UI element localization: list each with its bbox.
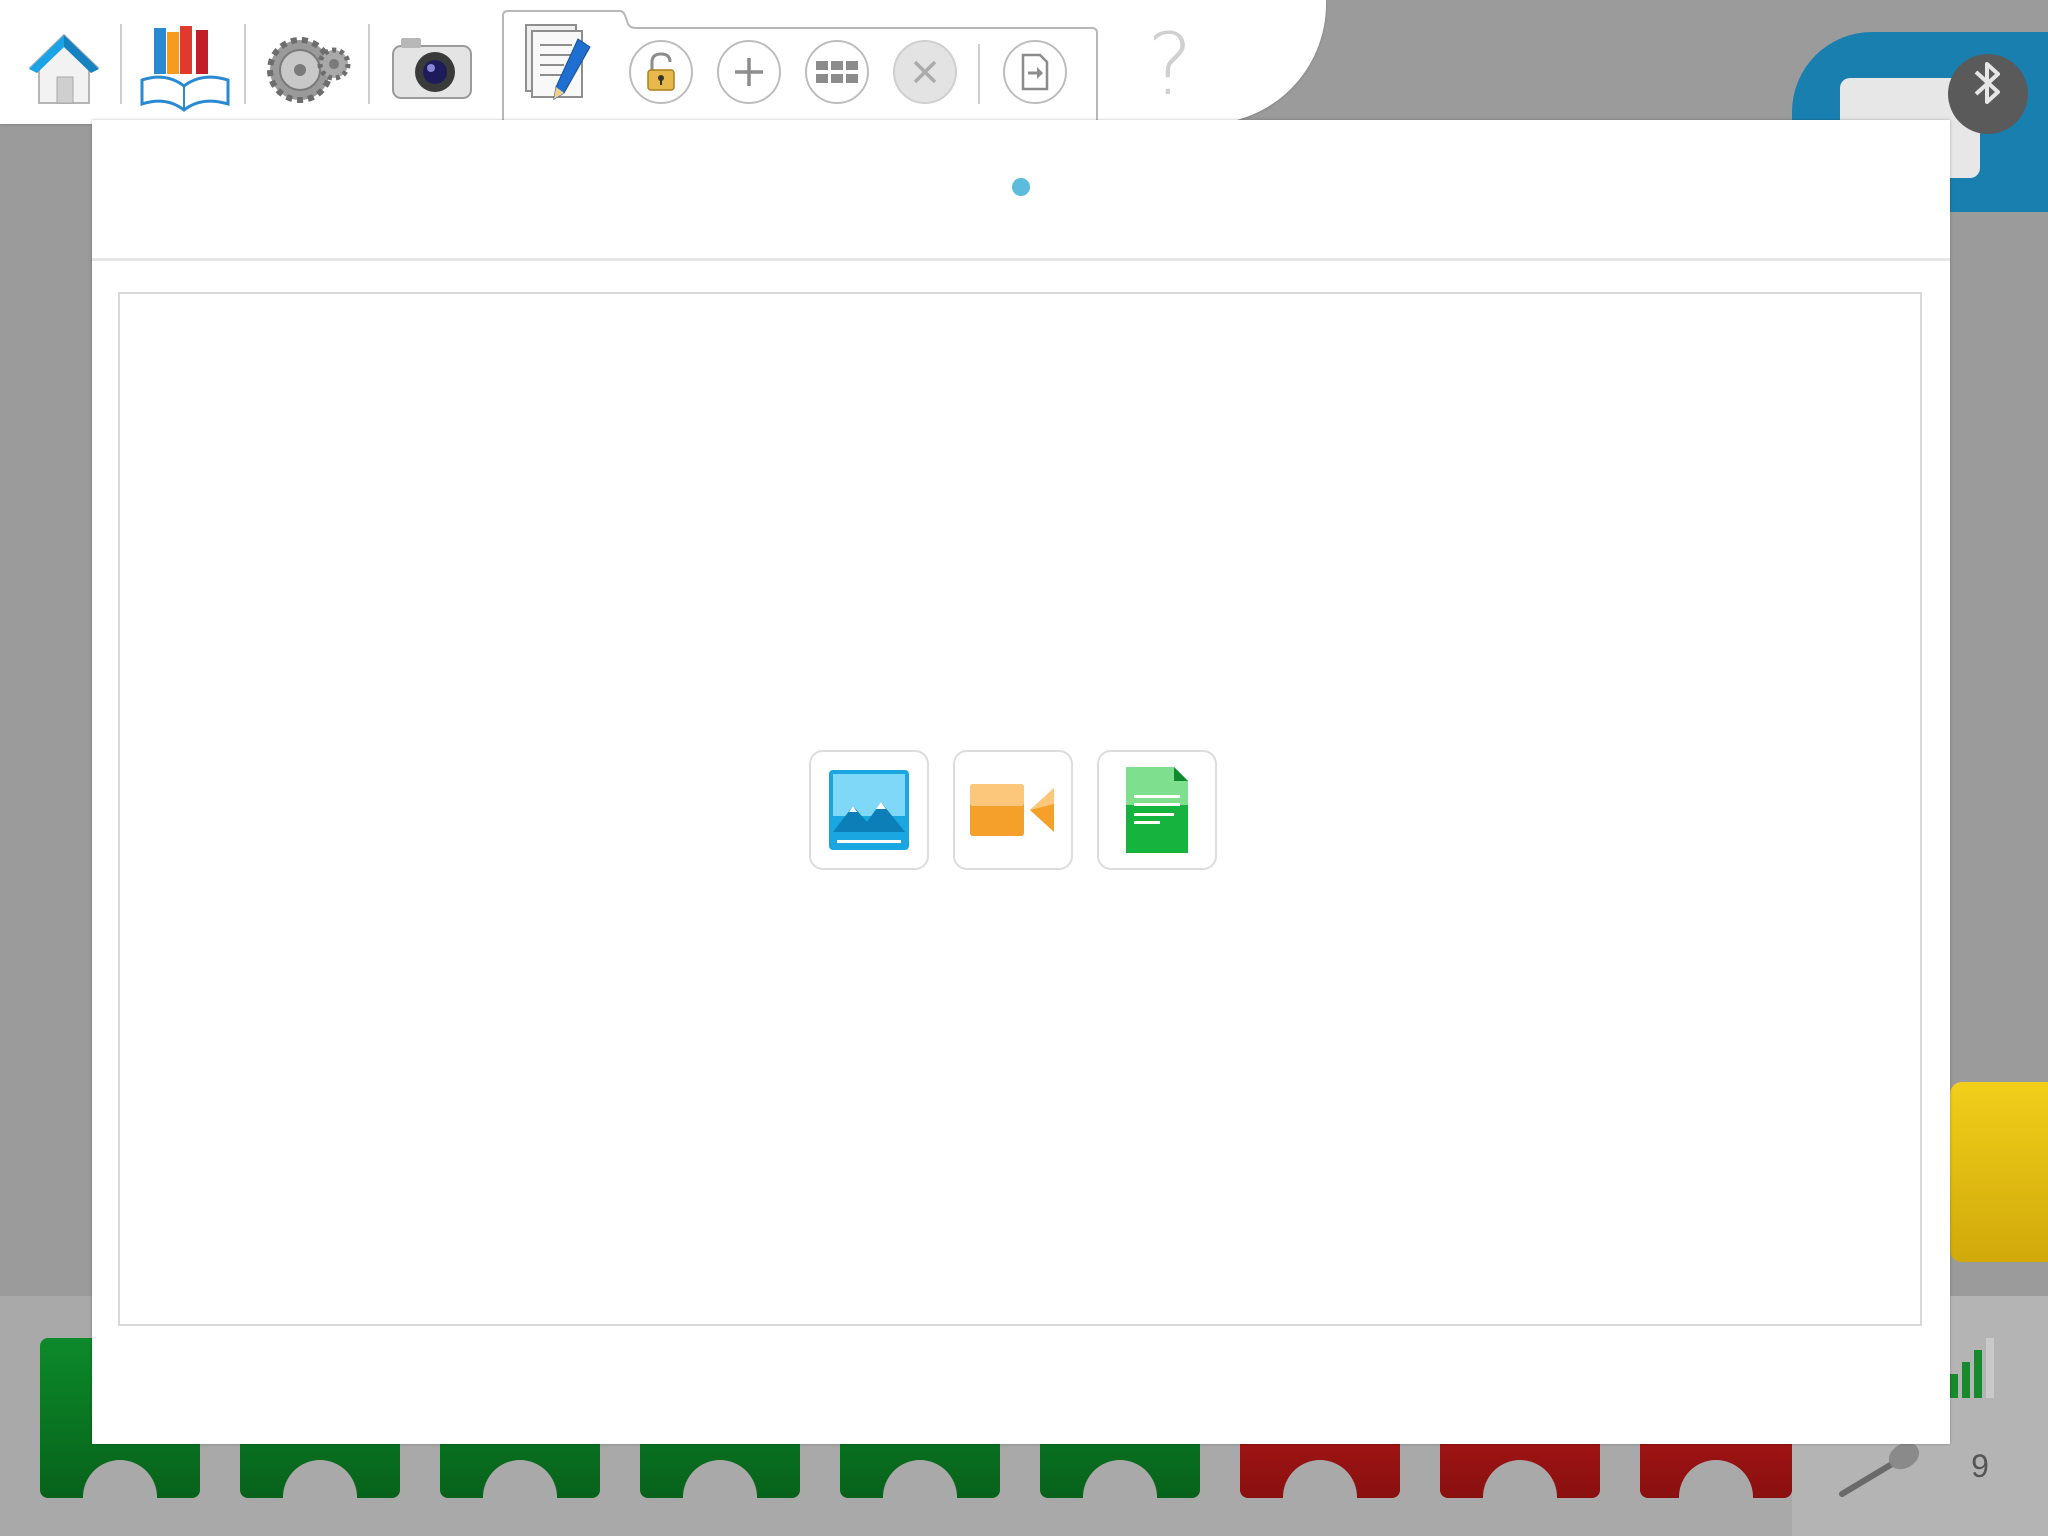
add-icon — [735, 58, 763, 86]
add-image-button[interactable] — [809, 750, 929, 870]
lock-icon — [647, 52, 675, 91]
home-icon[interactable] — [14, 18, 114, 118]
toolbar-divider — [244, 24, 246, 104]
microphone-icon[interactable] — [1836, 1440, 1926, 1500]
help-icon[interactable]: ? — [1134, 20, 1206, 110]
lock-button[interactable] — [629, 40, 693, 104]
close-icon — [913, 60, 937, 84]
add-page-button[interactable] — [717, 40, 781, 104]
gears-icon[interactable] — [258, 18, 358, 118]
documentation-icon[interactable] — [512, 14, 604, 114]
documentation-content-area[interactable] — [118, 292, 1922, 1326]
page-indicator-dot[interactable] — [1012, 178, 1030, 196]
image-icon — [829, 770, 909, 850]
toolbar-divider — [368, 24, 370, 104]
bluetooth-icon[interactable] — [1948, 54, 2028, 134]
text-document-icon — [1126, 767, 1188, 853]
toolbar-divider — [978, 44, 980, 104]
bluetooth-glyph — [1974, 62, 2000, 104]
signal-strength-icon — [1950, 1338, 1996, 1398]
documentation-panel — [92, 120, 1950, 1444]
export-icon — [1021, 53, 1049, 91]
camera-icon[interactable] — [382, 18, 482, 118]
top-toolbar: ? — [0, 0, 1326, 124]
video-icon — [970, 784, 1054, 836]
add-text-button[interactable] — [1097, 750, 1217, 870]
toolbar-divider — [120, 24, 122, 104]
delete-page-button[interactable] — [893, 40, 957, 104]
export-button[interactable] — [1003, 40, 1067, 104]
grid-icon — [816, 61, 858, 83]
add-video-button[interactable] — [953, 750, 1073, 870]
library-icon[interactable] — [134, 18, 234, 118]
page-number: 9 — [1971, 1448, 1989, 1484]
start-block-yellow[interactable] — [1950, 1082, 2048, 1262]
documentation-header — [92, 120, 1950, 261]
grid-view-button[interactable] — [805, 40, 869, 104]
